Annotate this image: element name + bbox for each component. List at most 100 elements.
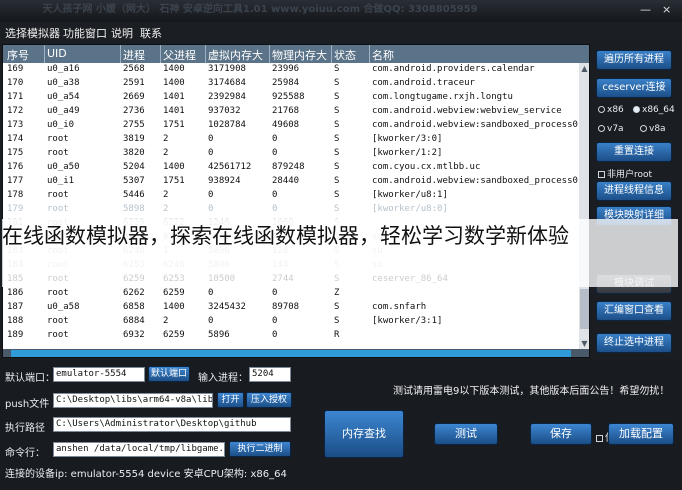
default-port-button[interactable]: 默认端口	[148, 366, 190, 382]
arch-v8a-radio[interactable]: v8a	[640, 124, 666, 134]
minimize-button[interactable]: —	[640, 3, 651, 16]
table-cell: S	[334, 64, 340, 74]
table-cell: 177	[7, 176, 24, 186]
save-button[interactable]: 保存	[530, 423, 592, 445]
table-cell: com.android.traceur	[372, 78, 475, 88]
arch-x86-radio[interactable]: x86	[598, 105, 624, 115]
table-cell: 1400	[163, 78, 185, 88]
table-row[interactable]: 174 root 3819 2 0 0 S [kworker/3:0]	[3, 133, 579, 147]
table-row[interactable]: 187 u0_a58 6858 1400 3245432 89708 Scom.snfarh	[3, 301, 579, 315]
table-cell: S	[334, 162, 340, 172]
memory-search-button[interactable]: 内存查找	[324, 410, 404, 458]
table-row[interactable]: 179 root 5898 2 0 0 S [kworker/u8:0]	[3, 203, 579, 217]
vertical-scrollbar[interactable]: ▲ ▼	[579, 63, 589, 349]
menu-contact[interactable]: 联系	[140, 25, 162, 41]
table-cell: 5896	[208, 330, 230, 340]
table-row[interactable]: 173 u0_i0 2755 1751 1028784 49608 Scom.android…	[3, 119, 579, 133]
table-cell: u0_a50	[47, 162, 80, 172]
col-vmem[interactable]: 虚拟内存大	[208, 47, 263, 63]
cmd-label: 命令行：	[5, 448, 45, 459]
table-cell: 3820	[123, 148, 145, 158]
table-cell: com.snfarh	[372, 302, 427, 312]
table-cell: 175	[7, 148, 24, 158]
process-table: 序号 UID 进程 父进程 虚拟内存大 物理内存大 状态 名称 169 u0_a1…	[2, 44, 590, 358]
radio-icon	[598, 125, 605, 132]
menu-function-window[interactable]: 功能窗口	[63, 25, 107, 41]
arch-x86_64-radio[interactable]: x86_64	[633, 105, 675, 115]
table-row[interactable]: 188 root 6884 2 0 0 S [kworker/3:1]	[3, 315, 579, 329]
exec-binary-button[interactable]: 执行二进制	[229, 441, 291, 457]
process-thread-info-button[interactable]: 进程线程信息	[596, 181, 672, 201]
table-row[interactable]: 172 u0_a49 2736 1401 937032 21768 Scom.android…	[3, 105, 579, 119]
table-cell: 2568	[123, 64, 145, 74]
table-cell: 1401	[163, 92, 185, 102]
non-user-root-checkbox[interactable]: 非用户root	[598, 167, 652, 180]
table-cell: 169	[7, 64, 24, 74]
menu-select-emulator[interactable]: 选择模拟器	[5, 25, 60, 41]
col-rss[interactable]: 物理内存大	[272, 47, 327, 63]
table-row[interactable]: 176 u0_a50 5204 1400 42561712 879248 Scom.cyou…	[3, 161, 579, 175]
table-cell: com.android.webview:sandboxed_process0	[372, 176, 578, 186]
close-button[interactable]: ×	[662, 3, 671, 16]
menu-help[interactable]: 说明	[111, 25, 133, 41]
push-auth-button[interactable]: 压入授权	[246, 392, 292, 408]
table-cell: 6932	[123, 330, 145, 340]
col-pid[interactable]: 进程	[123, 47, 145, 63]
table-cell: com.cyou.cx.mtlbb.uc	[372, 162, 481, 172]
kill-selected-process-button[interactable]: 终止选中进程	[596, 333, 672, 353]
table-cell: 2	[163, 190, 169, 200]
table-cell: 1751	[163, 176, 185, 186]
table-row[interactable]: 169 u0_a16 2568 1400 3171908 23996 Scom.androi…	[3, 63, 579, 77]
table-cell: 171	[7, 92, 24, 102]
table-cell: u0_a54	[47, 92, 80, 102]
notice-text: 测试请用雷电9以下版本测试，其他版本后面公告！希望勿扰！	[393, 386, 670, 397]
table-row[interactable]: 178 root 5446 2 0 0 S [kworker/u8:1]	[3, 189, 579, 203]
load-config-button[interactable]: 加载配置	[608, 423, 674, 445]
table-row[interactable]: 177 u0_i1 5307 1751 938924 28440 Scom.android.…	[3, 175, 579, 189]
test-button[interactable]: 测试	[434, 423, 498, 445]
table-row[interactable]: 175 root 3820 2 0 0 S [kworker/1:2]	[3, 147, 579, 161]
open-file-button[interactable]: 打开	[217, 392, 244, 408]
pid-input[interactable]: 5204	[249, 367, 291, 382]
table-cell: 2591	[123, 78, 145, 88]
arch-v7a-radio[interactable]: v7a	[598, 124, 624, 134]
ceserver-connect-button[interactable]: ceserver连接	[596, 78, 672, 98]
push-file-input[interactable]: C:\Desktop\libs\arm64-v8a\libgame.so	[53, 393, 213, 408]
col-ppid[interactable]: 父进程	[163, 47, 196, 63]
table-row[interactable]: 171 u0_a54 2669 1401 2392984 925588 Scom.longt…	[3, 91, 579, 105]
table-cell: 1400	[163, 162, 185, 172]
table-cell: 89708	[272, 302, 300, 312]
reset-connection-button[interactable]: 重置连接	[596, 142, 672, 162]
push-label: push文件	[5, 399, 50, 410]
table-row[interactable]: 170 u0_a38 2591 1400 3174684 25984 Scom.androi…	[3, 77, 579, 91]
scroll-down-icon[interactable]: ▼	[580, 339, 589, 348]
hscroll-thumb[interactable]	[11, 350, 571, 357]
table-cell: S	[334, 190, 340, 200]
table-cell: 0	[272, 204, 278, 214]
disasm-window-button[interactable]: 汇编窗口查看	[596, 301, 672, 321]
table-row[interactable]: 189 root 6932 6259 5896 0 R	[3, 329, 579, 343]
cmd-input[interactable]: anshen /data/local/tmp/libgame.so	[53, 442, 225, 457]
table-cell: u0_a16	[47, 64, 80, 74]
col-name[interactable]: 名称	[372, 47, 394, 63]
col-state[interactable]: 状态	[334, 47, 356, 63]
col-index[interactable]: 序号	[7, 47, 29, 63]
scroll-up-icon[interactable]: ▲	[580, 64, 589, 73]
horizontal-scrollbar[interactable]	[3, 349, 589, 357]
caption-overlay: 在线函数模拟器，探索在线函数模拟器，轻松学习数学新体验	[2, 219, 678, 287]
table-cell: 0	[272, 190, 278, 200]
table-row[interactable]: 186 root 6262 6259 0 0 Z	[3, 287, 579, 301]
table-cell: [kworker/1:2]	[372, 148, 443, 158]
exec-path-input[interactable]: C:\Users\Administrator\Desktop\github	[53, 417, 291, 432]
enumerate-processes-button[interactable]: 遍历所有进程	[596, 50, 672, 70]
table-cell: root	[47, 134, 69, 144]
checkbox-icon	[598, 171, 605, 178]
port-input[interactable]: emulator-5554	[53, 367, 145, 382]
exec-path-label: 执行路径	[5, 423, 45, 434]
table-cell: com.android.webview:sandboxed_process0	[372, 120, 578, 130]
table-cell: com.longtugame.rxjh.longtu	[372, 92, 513, 102]
table-cell: S	[334, 148, 340, 158]
table-cell: 189	[7, 330, 24, 340]
scroll-thumb[interactable]	[580, 289, 589, 329]
col-uid[interactable]: UID	[47, 47, 67, 60]
